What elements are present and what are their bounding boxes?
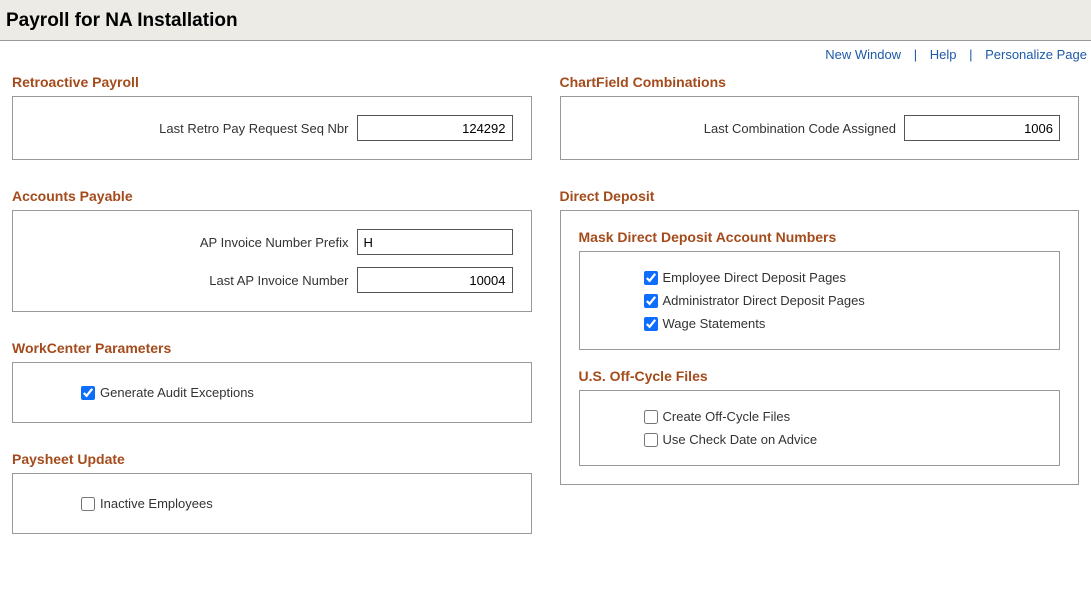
last-retro-seq-input[interactable] — [357, 115, 513, 141]
section-title: Direct Deposit — [560, 188, 1080, 204]
field-row: Last Combination Code Assigned — [579, 115, 1061, 141]
use-checkdate-row: Use Check Date on Advice — [594, 428, 1046, 451]
inactive-emp-checkbox[interactable] — [81, 497, 95, 511]
wage-checkbox[interactable] — [644, 317, 658, 331]
accounts-payable-section: Accounts Payable AP Invoice Number Prefi… — [12, 188, 532, 312]
emp-dd-checkbox[interactable] — [644, 271, 658, 285]
direct-deposit-section: Direct Deposit Mask Direct Deposit Accou… — [560, 188, 1080, 485]
section-title: Accounts Payable — [12, 188, 532, 204]
content: Retroactive Payroll Last Retro Pay Reque… — [0, 74, 1091, 582]
admin-dd-row: Administrator Direct Deposit Pages — [594, 289, 1046, 312]
gen-audit-checkbox[interactable] — [81, 386, 95, 400]
emp-dd-label: Employee Direct Deposit Pages — [663, 270, 847, 285]
section-box: Generate Audit Exceptions — [12, 362, 532, 423]
page-title: Payroll for NA Installation — [6, 10, 1085, 32]
field-row: Last AP Invoice Number — [31, 267, 513, 293]
field-row: Last Retro Pay Request Seq Nbr — [31, 115, 513, 141]
last-combo-label: Last Combination Code Assigned — [579, 121, 905, 136]
personalize-link[interactable]: Personalize Page — [981, 47, 1091, 62]
field-input-wrap — [357, 115, 513, 141]
offcycle-section: U.S. Off-Cycle Files Create Off-Cycle Fi… — [579, 368, 1061, 466]
inner-title: Mask Direct Deposit Account Numbers — [579, 229, 1061, 245]
paysheet-update-section: Paysheet Update Inactive Employees — [12, 451, 532, 534]
admin-dd-checkbox[interactable] — [644, 294, 658, 308]
help-link[interactable]: Help — [926, 47, 961, 62]
chartfield-section: ChartField Combinations Last Combination… — [560, 74, 1080, 160]
section-box: Mask Direct Deposit Account Numbers Empl… — [560, 210, 1080, 485]
inactive-emp-label: Inactive Employees — [100, 496, 213, 511]
ap-prefix-input[interactable] — [357, 229, 513, 255]
section-box: Inactive Employees — [12, 473, 532, 534]
ap-last-inv-label: Last AP Invoice Number — [31, 273, 357, 288]
toolbar-links: New Window | Help | Personalize Page — [0, 41, 1091, 74]
section-title: WorkCenter Parameters — [12, 340, 532, 356]
use-checkdate-checkbox[interactable] — [644, 433, 658, 447]
separator: | — [909, 47, 922, 62]
workcenter-section: WorkCenter Parameters Generate Audit Exc… — [12, 340, 532, 423]
create-offcycle-checkbox[interactable] — [644, 410, 658, 424]
right-column: ChartField Combinations Last Combination… — [560, 74, 1080, 562]
left-column: Retroactive Payroll Last Retro Pay Reque… — [12, 74, 532, 562]
inner-box: Employee Direct Deposit Pages Administra… — [579, 251, 1061, 350]
mask-dd-section: Mask Direct Deposit Account Numbers Empl… — [579, 229, 1061, 350]
section-title: ChartField Combinations — [560, 74, 1080, 90]
section-box: AP Invoice Number Prefix Last AP Invoice… — [12, 210, 532, 312]
inner-box: Create Off-Cycle Files Use Check Date on… — [579, 390, 1061, 466]
admin-dd-label: Administrator Direct Deposit Pages — [663, 293, 865, 308]
ap-prefix-label: AP Invoice Number Prefix — [31, 235, 357, 250]
field-input-wrap — [357, 267, 513, 293]
section-title: Retroactive Payroll — [12, 74, 532, 90]
section-box: Last Retro Pay Request Seq Nbr — [12, 96, 532, 160]
section-box: Last Combination Code Assigned — [560, 96, 1080, 160]
gen-audit-row: Generate Audit Exceptions — [31, 381, 513, 404]
wage-label: Wage Statements — [663, 316, 766, 331]
ap-last-inv-input[interactable] — [357, 267, 513, 293]
gen-audit-label: Generate Audit Exceptions — [100, 385, 254, 400]
field-input-wrap — [357, 229, 513, 255]
last-retro-seq-label: Last Retro Pay Request Seq Nbr — [31, 121, 357, 136]
section-title: Paysheet Update — [12, 451, 532, 467]
inner-title: U.S. Off-Cycle Files — [579, 368, 1061, 384]
emp-dd-row: Employee Direct Deposit Pages — [594, 266, 1046, 289]
last-combo-input[interactable] — [904, 115, 1060, 141]
inactive-emp-row: Inactive Employees — [31, 492, 513, 515]
field-input-wrap — [904, 115, 1060, 141]
create-offcycle-label: Create Off-Cycle Files — [663, 409, 791, 424]
new-window-link[interactable]: New Window — [821, 47, 905, 62]
field-row: AP Invoice Number Prefix — [31, 229, 513, 255]
separator: | — [964, 47, 977, 62]
wage-row: Wage Statements — [594, 312, 1046, 335]
create-offcycle-row: Create Off-Cycle Files — [594, 405, 1046, 428]
use-checkdate-label: Use Check Date on Advice — [663, 432, 818, 447]
title-bar: Payroll for NA Installation — [0, 0, 1091, 41]
retroactive-payroll-section: Retroactive Payroll Last Retro Pay Reque… — [12, 74, 532, 160]
